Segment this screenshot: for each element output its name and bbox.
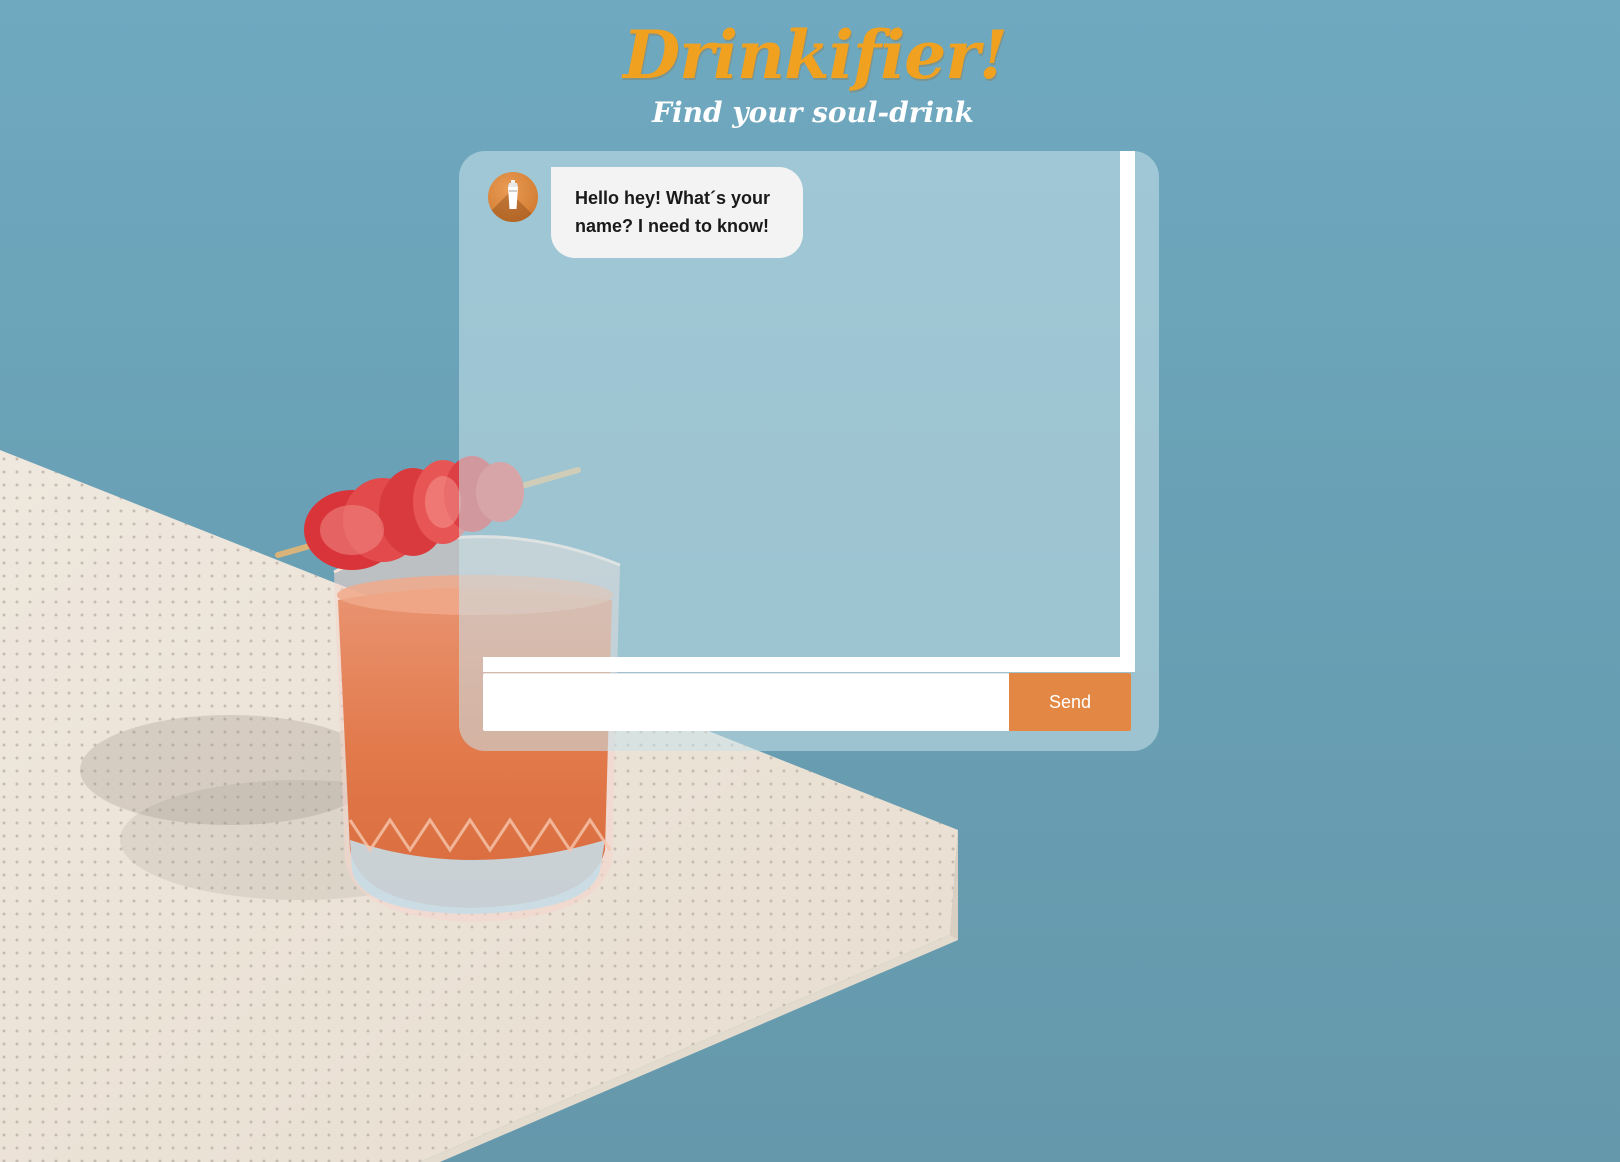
chat-scrollbar[interactable] — [1120, 151, 1135, 672]
message-input[interactable] — [483, 673, 1009, 731]
cocktail-shaker-icon — [488, 172, 538, 222]
chat-panel: Hello hey! What´s your name? I need to k… — [459, 151, 1159, 751]
bot-message: Hello hey! What´s your name? I need to k… — [488, 167, 803, 258]
chat-log-bottom-border — [483, 657, 1135, 672]
chat-log[interactable]: Hello hey! What´s your name? I need to k… — [459, 151, 1135, 657]
app-title: Drinkifier! — [622, 16, 1008, 94]
bot-message-bubble: Hello hey! What´s your name? I need to k… — [551, 167, 803, 258]
message-composer: Send — [483, 673, 1131, 731]
send-button[interactable]: Send — [1009, 673, 1131, 731]
app-header: Drinkifier! Find your soul-drink — [0, 12, 1620, 130]
app-subtitle: Find your soul-drink — [652, 96, 974, 129]
